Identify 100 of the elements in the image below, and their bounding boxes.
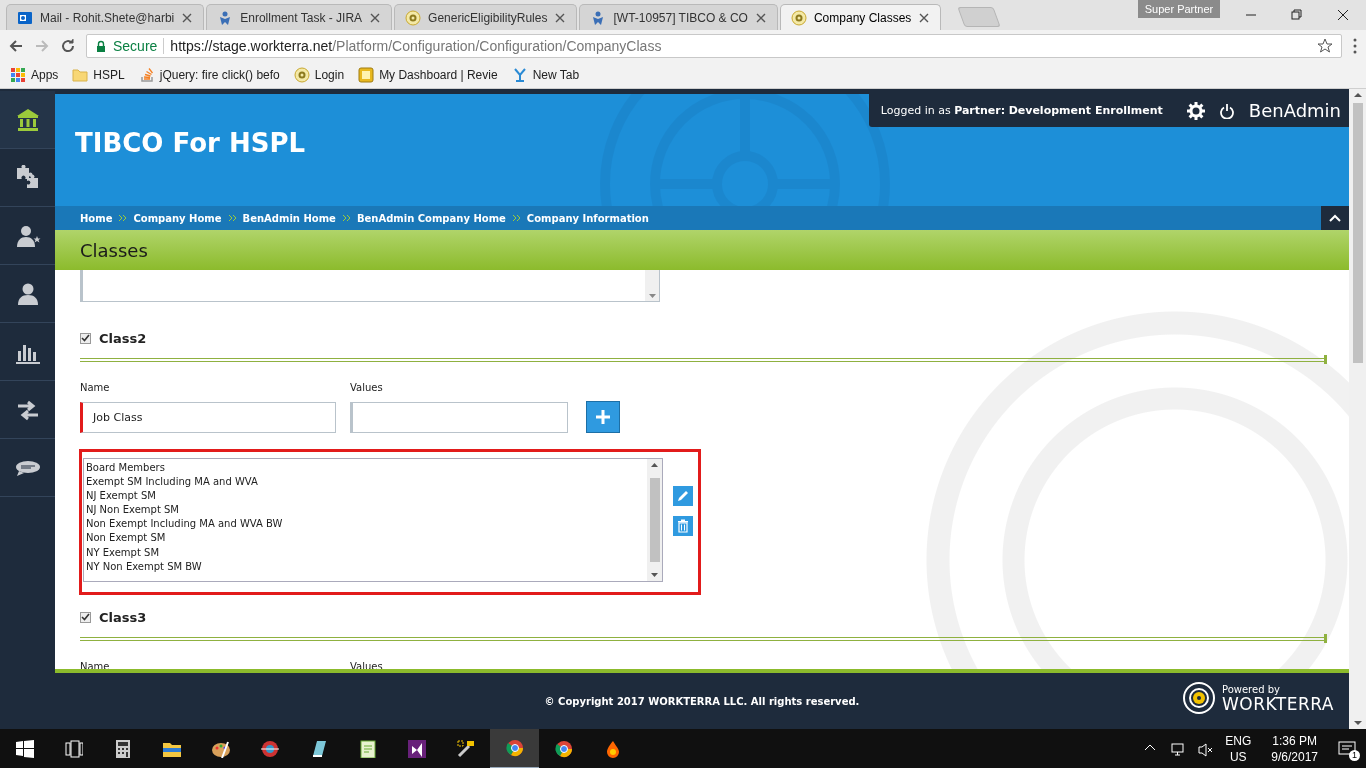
notification-icon[interactable] (1338, 739, 1356, 756)
reload-icon[interactable] (60, 38, 76, 54)
scrollbar-thumb[interactable] (1352, 103, 1363, 363)
scrollbar-thumb[interactable] (649, 478, 660, 562)
target-icon (790, 9, 807, 26)
breadcrumb-link[interactable]: Company Home (133, 212, 222, 224)
chevron-icon (118, 213, 128, 223)
name-input[interactable]: Job Class (80, 401, 336, 433)
close-icon[interactable] (918, 11, 931, 24)
list-option[interactable]: Exempt SM Including MA and WVA (86, 475, 645, 490)
delete-button[interactable] (673, 516, 693, 536)
bookmark-link[interactable]: jQuery: fire click() befo (138, 67, 280, 83)
mail-icon (17, 9, 33, 26)
star-icon[interactable] (1317, 38, 1333, 54)
scroll-down-icon (648, 294, 656, 298)
stack-icon (138, 67, 155, 83)
check-icon (81, 613, 90, 621)
breadcrumb-link[interactable]: Home (80, 212, 113, 224)
browser-tab[interactable]: [WT-10957] TIBCO & CO (579, 4, 778, 30)
lock-icon (95, 39, 107, 53)
add-button[interactable] (586, 401, 620, 433)
pencil-icon (676, 489, 690, 503)
chevron-icon (511, 213, 521, 223)
bookmark-link[interactable]: New Tab (511, 67, 580, 83)
list-option[interactable]: NY Non Exempt SM BW (86, 559, 645, 574)
check-icon (81, 334, 90, 342)
values-listbox[interactable]: Board Members Exempt SM Including MA and WVA NJ Exempt SM NJ Non Exempt SM Non Exempt Including MA and WVA BW Non Exempt SM NY Exempt SM NY Non Exempt SM BW (83, 458, 663, 582)
back-icon[interactable] (8, 38, 24, 54)
board-icon (358, 67, 375, 83)
collapse-button[interactable] (1321, 206, 1349, 230)
class-checkbox[interactable] (80, 332, 91, 344)
disc-icon (260, 740, 279, 758)
taskbar-app-button[interactable] (490, 729, 539, 768)
grid-icon (10, 67, 26, 83)
edit-button[interactable] (673, 486, 693, 506)
browser-tab[interactable]: Company Classes (779, 4, 942, 30)
browser-icon (554, 740, 573, 758)
document-icon (358, 740, 377, 758)
bookmark-link[interactable]: My Dashboard | Revie (358, 67, 498, 83)
browser-tab[interactable]: Enrollment Task - JIRA (206, 4, 393, 30)
class-heading: Class3 (99, 609, 147, 625)
settings-icon[interactable] (1186, 101, 1205, 120)
chevron-icon (341, 213, 351, 223)
values-input[interactable] (350, 401, 568, 433)
network-icon[interactable] (1171, 741, 1187, 757)
task-view-icon (64, 740, 83, 758)
palette-icon (211, 740, 230, 758)
scroll-up-icon (651, 463, 658, 467)
url-host: https://stage.workterra.net (170, 38, 333, 54)
browser-tab[interactable]: Mail - Rohit.Shete@harbi (6, 4, 205, 30)
restore-icon[interactable] (1291, 9, 1303, 21)
target-icon (293, 67, 310, 83)
figure-icon (511, 67, 528, 83)
breadcrumb-link[interactable]: BenAdmin Company Home (356, 212, 506, 224)
company-title: TIBCO For HSPL (75, 128, 305, 158)
puzzle-icon (14, 164, 41, 191)
windows-logo-icon (15, 740, 34, 758)
list-option[interactable]: Non Exempt SM (86, 531, 645, 546)
class-heading: Class2 (99, 330, 147, 346)
bookmark-link[interactable]: Login (293, 67, 345, 83)
close-icon[interactable] (1337, 9, 1349, 21)
list-option[interactable]: Board Members (86, 461, 645, 476)
speaker-muted-icon[interactable] (1198, 741, 1214, 757)
plus-icon (596, 410, 610, 424)
url-path: /Platform/Configuration/Configuration/CompanyClass (332, 38, 662, 54)
bookmark-link[interactable]: Apps (10, 67, 59, 83)
folder-icon (72, 67, 89, 83)
calculator-icon (113, 740, 132, 758)
list-option[interactable]: NJ Non Exempt SM (86, 503, 645, 518)
clock[interactable]: 1:36 PM 9/6/2017 (1271, 733, 1318, 765)
menu-icon[interactable] (1352, 38, 1358, 54)
list-option[interactable]: NY Exempt SM (86, 545, 645, 560)
target-icon (405, 9, 422, 26)
bookmark-link[interactable]: HSPL (72, 67, 125, 83)
language-indicator[interactable]: ENG US (1225, 733, 1252, 765)
powered-by-label: Powered by (1221, 683, 1281, 695)
secure-label: Secure (113, 38, 158, 54)
brand-name: WORKTERRA (1221, 694, 1334, 713)
list-option[interactable]: NJ Exempt SM (86, 489, 645, 504)
power-icon[interactable] (1218, 102, 1235, 119)
breadcrumb-link[interactable]: Company Information (526, 212, 649, 224)
scroll-down-icon (1353, 721, 1362, 725)
field-label: Name (80, 382, 111, 393)
login-status: Logged in as Partner: Development Enrollment (880, 104, 1163, 117)
scroll-up-icon (1353, 93, 1362, 97)
folder-icon (162, 740, 181, 758)
caret-icon (1329, 213, 1341, 223)
scroll-down-icon (651, 573, 658, 577)
browser-tab[interactable]: GenericEligibilityRules (394, 4, 578, 30)
browser-icon (505, 739, 524, 757)
app-name: BenAdmin (1248, 100, 1341, 121)
list-option[interactable]: Non Exempt Including MA and WVA BW (86, 517, 645, 532)
sidebar-item[interactable] (0, 91, 55, 149)
chevron-icon (227, 213, 237, 223)
breadcrumb-link[interactable]: BenAdmin Home (242, 212, 336, 224)
notification-count: 1 (1349, 749, 1360, 761)
trash-icon (676, 519, 690, 533)
class-checkbox[interactable] (80, 611, 91, 623)
section-title: Classes (80, 239, 148, 261)
address-bar[interactable]: Secure https://stage.workterra.net/Platform/Configuration/Configuration/CompanyClass (86, 34, 1342, 58)
